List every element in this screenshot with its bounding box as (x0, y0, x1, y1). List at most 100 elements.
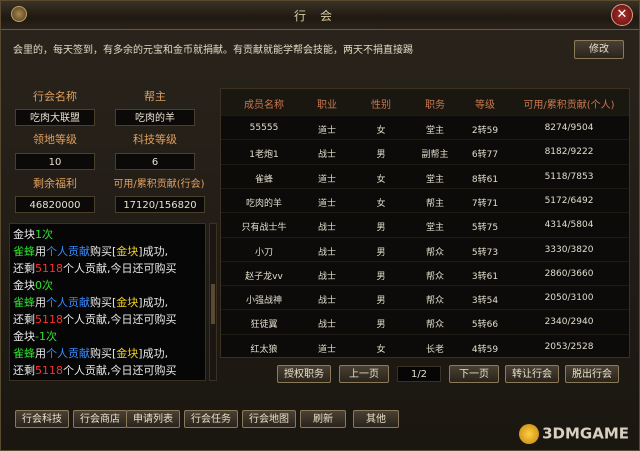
log-segment: 用 (35, 347, 46, 360)
table-cell: 男 (376, 150, 386, 161)
table-cell: 8转61 (471, 174, 499, 185)
guild-map-button[interactable]: 行会地图 (242, 410, 296, 428)
table-cell: 帮众 (425, 271, 444, 282)
log-segment: 用 (35, 245, 46, 258)
table-cell: 3转54 (471, 296, 499, 307)
column-header: 可用/累积贡献(个人) (523, 100, 615, 111)
table-cell: 道士 (317, 174, 336, 185)
table-cell: 55555 (249, 123, 279, 133)
table-cell: 堂主 (425, 126, 444, 136)
transfer-guild-button[interactable]: 转让行会 (505, 365, 559, 383)
table-cell: 男 (376, 296, 386, 307)
table-cell: 2340/2940 (544, 317, 594, 328)
log-segment: ]成功, (138, 245, 169, 258)
guild-task-button[interactable]: 行会任务 (184, 410, 238, 428)
leave-guild-button[interactable]: 脱出行会 (565, 365, 619, 383)
table-cell: 5118/7853 (544, 171, 594, 182)
close-button[interactable]: ✕ (611, 4, 633, 26)
log-segment: 还剩 (13, 313, 35, 326)
log-segment: 个人贡献,今日还可购买 (63, 364, 177, 377)
guild-name-value: 吃肉大联盟 (15, 109, 95, 126)
log-segment: 金块 (13, 330, 35, 343)
table-cell: 8182/9222 (544, 147, 594, 158)
log-segment: -1次 (35, 330, 57, 343)
table-cell: 5172/6492 (544, 195, 594, 206)
table-cell: 2053/2528 (544, 341, 594, 352)
territory-level-label: 领地等级 (33, 133, 77, 146)
table-cell: 堂主 (425, 174, 444, 185)
log-line: 雀蜂用个人贡献购买[金块]成功, (13, 345, 202, 362)
table-cell: 帮众 (425, 247, 444, 258)
table-cell: 女 (376, 198, 386, 209)
guild-shop-button[interactable]: 行会商店 (73, 410, 127, 428)
table-cell: 小刀 (254, 247, 273, 258)
log-segment: 0次 (35, 279, 53, 292)
table-cell: 5转73 (471, 247, 499, 258)
table-row[interactable]: 雀蜂 道士 女 堂主 8转61 5118/7853 (221, 163, 629, 190)
page-indicator: 1/2 (397, 366, 441, 382)
member-table-header: 成员名称 职业 性别 职务 等级 可用/累积贡献(个人) (221, 89, 629, 115)
table-row[interactable]: 狂徒翼 战士 男 帮众 5转66 2340/2940 (221, 309, 629, 335)
log-line: 还剩5118个人贡献,今日还可购买 (13, 311, 202, 328)
table-row[interactable]: 红太狼 道士 女 长老 4转59 2053/2528 (221, 333, 629, 360)
table-cell: 男 (376, 320, 386, 331)
log-segment: 雀蜂 (13, 347, 35, 360)
log-segment: 雀蜂 (13, 245, 35, 258)
table-cell: 男 (376, 223, 386, 234)
next-page-button[interactable]: 下一页 (449, 365, 499, 383)
log-segment: 5118 (35, 313, 63, 326)
leader-value: 吃肉的羊 (115, 109, 195, 126)
edit-notice-button[interactable]: 修改 (574, 40, 624, 59)
table-cell: 7转71 (471, 198, 499, 209)
log-line: 还剩5118个人贡献,今日还可购买 (13, 260, 202, 277)
table-row[interactable]: 只有战士牛 战士 男 堂主 5转75 4314/5804 (221, 212, 629, 238)
table-cell: 战士 (317, 223, 336, 234)
column-header: 成员名称 (244, 100, 284, 111)
territory-level-value: 10 (15, 153, 95, 170)
purchase-log: 金块1次 雀蜂用个人贡献购买[金块]成功, 还剩5118个人贡献,今日还可购买 金块0… (9, 223, 206, 381)
table-row[interactable]: 55555 道士 女 堂主 2转59 8274/9504 (221, 115, 629, 141)
column-header: 职业 (317, 100, 337, 111)
log-segment: 还剩 (13, 364, 35, 377)
table-cell: 5转75 (471, 223, 499, 234)
log-segment: 金块 (116, 245, 139, 258)
guild-tech-button[interactable]: 行会科技 (15, 410, 69, 428)
table-cell: 1老炮1 (249, 150, 279, 161)
log-line: 金块0次 (13, 277, 202, 294)
log-line: 金块-2次 (13, 379, 202, 380)
table-cell: 雀蜂 (254, 174, 273, 185)
log-segment: 购买[ (90, 296, 117, 309)
table-cell: 4转59 (471, 344, 499, 355)
watermark: 3DMGAME (519, 424, 629, 444)
log-segment: 购买[ (90, 245, 117, 258)
log-scrollbar-thumb[interactable] (211, 284, 215, 324)
table-cell: 战士 (317, 150, 336, 161)
table-cell: 道士 (317, 126, 336, 136)
other-button[interactable]: 其他 (353, 410, 399, 428)
welfare-label: 剩余福利 (33, 177, 77, 190)
guild-contribution-label: 可用/累积贡献(行会) (113, 179, 205, 190)
table-cell: 长老 (425, 344, 444, 355)
prev-page-button[interactable]: 上一页 (339, 365, 389, 383)
table-row[interactable]: 小强战神 战士 男 帮众 3转54 2050/3100 (221, 285, 629, 311)
application-list-button[interactable]: 申请列表 (126, 410, 180, 428)
table-row[interactable]: 吃肉的羊 道士 女 帮主 7转71 5172/6492 (221, 187, 629, 214)
table-row[interactable]: 赵子龙vv 战士 男 帮众 3转61 2860/3660 (221, 260, 629, 287)
table-cell: 战士 (317, 320, 336, 331)
authorize-role-button[interactable]: 授权职务 (277, 365, 331, 383)
log-segment: 个人贡献 (46, 245, 90, 258)
table-cell: 帮众 (425, 320, 444, 331)
tech-level-value: 6 (115, 153, 195, 170)
log-scrollbar[interactable] (209, 223, 217, 381)
table-cell: 战士 (317, 271, 336, 282)
table-row[interactable]: 1老炮1 战士 男 副帮主 6转77 8182/9222 (221, 139, 629, 165)
tech-level-label: 科技等级 (133, 133, 177, 146)
table-cell: 女 (376, 344, 386, 355)
table-cell: 8274/9504 (544, 123, 594, 133)
refresh-button[interactable]: 刷新 (300, 410, 346, 428)
log-segment: 个人贡献 (46, 347, 90, 360)
log-segment: 1次 (35, 228, 53, 241)
table-cell: 战士 (317, 247, 336, 258)
table-row[interactable]: 小刀 战士 男 帮众 5转73 3330/3820 (221, 236, 629, 263)
log-segment: 金块 (116, 347, 139, 360)
